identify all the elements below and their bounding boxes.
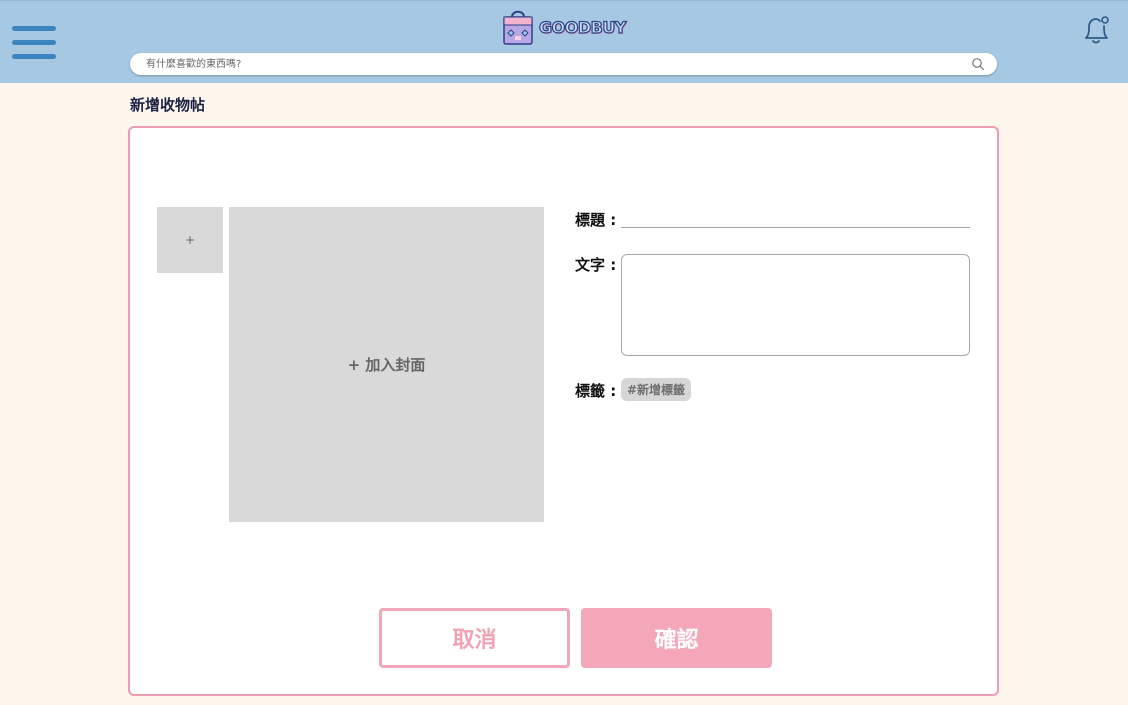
page-title: 新增收物帖 — [130, 96, 206, 114]
add-image-thumbnail-button[interactable]: + — [157, 207, 223, 273]
menu-line — [12, 40, 56, 45]
add-cover-button[interactable]: + 加入封面 — [229, 207, 544, 522]
menu-line — [12, 26, 56, 31]
search-icon[interactable] — [971, 57, 985, 71]
tags-label: 標籤 : — [575, 382, 617, 400]
menu-line — [12, 54, 56, 59]
text-input[interactable] — [621, 254, 970, 356]
confirm-button[interactable]: 確認 — [581, 608, 772, 668]
shopping-bag-icon — [503, 10, 533, 45]
title-input[interactable] — [621, 208, 970, 228]
cancel-button[interactable]: 取消 — [379, 608, 570, 668]
goodbuy-logo[interactable]: GOODBUY — [501, 8, 627, 46]
search-input[interactable] — [146, 53, 956, 75]
hamburger-menu-icon[interactable] — [12, 26, 56, 60]
search-bar — [130, 53, 997, 75]
add-tag-chip[interactable]: #新增標籤 — [621, 378, 692, 401]
top-header: GOODBUY — [0, 0, 1128, 83]
bell-icon[interactable] — [1082, 14, 1112, 46]
title-label: 標題 : — [575, 211, 617, 229]
text-label: 文字 : — [575, 256, 617, 274]
logo-wordmark: GOODBUY — [538, 17, 627, 37]
